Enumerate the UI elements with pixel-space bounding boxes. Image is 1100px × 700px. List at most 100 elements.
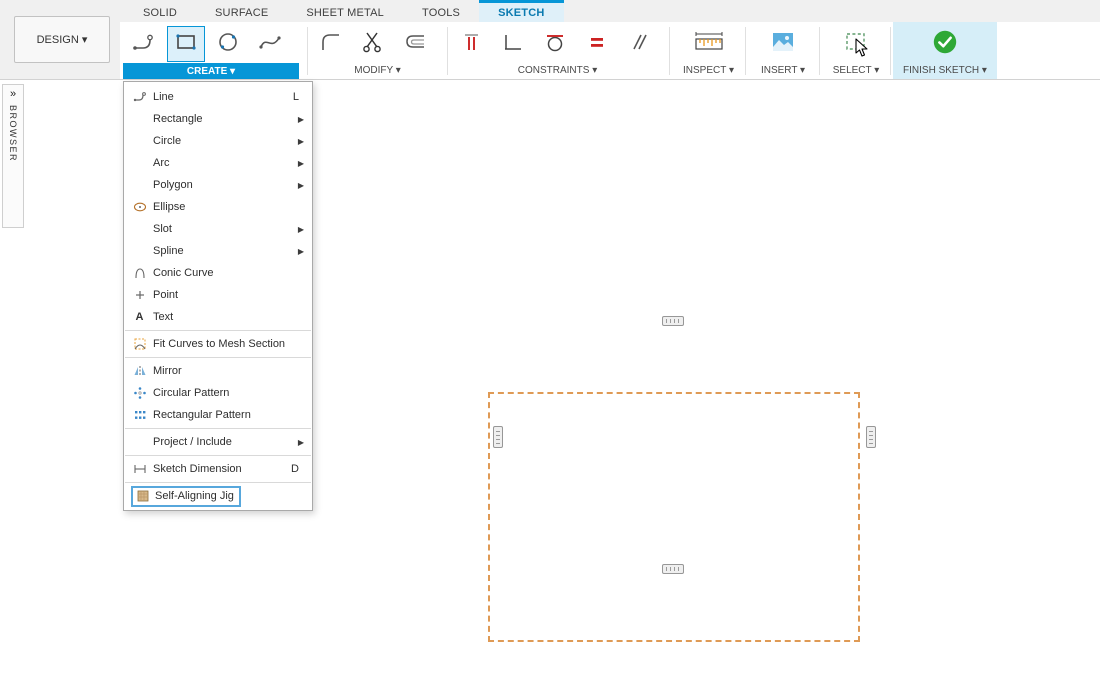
circular-pattern-menu-icon: [131, 386, 148, 401]
offset-tool-button[interactable]: [396, 26, 434, 62]
menu-item-text[interactable]: A Text: [124, 306, 312, 328]
menu-item-label: Line: [153, 91, 174, 103]
inspect-dropdown-trigger[interactable]: INSPECT ▾: [672, 63, 745, 77]
sketch-grip-bottom[interactable]: [662, 564, 684, 574]
tab-solid[interactable]: SOLID: [124, 0, 196, 22]
equal-constraint-button[interactable]: [578, 26, 616, 62]
mouse-cursor-icon: [855, 38, 869, 63]
spline-tool-button[interactable]: [251, 26, 289, 62]
browser-panel-label: BROWSER: [8, 105, 18, 162]
browser-expand-icon[interactable]: »: [10, 88, 16, 100]
tab-sketch[interactable]: SKETCH: [479, 0, 563, 22]
browser-expand-glyph: »: [10, 88, 16, 100]
rectangle-tool-button[interactable]: [167, 26, 205, 62]
menu-item-slot[interactable]: Slot ▶: [124, 218, 312, 240]
menu-icon-placeholder: [131, 156, 148, 171]
finish-sketch-dropdown-trigger[interactable]: FINISH SKETCH ▾: [893, 63, 997, 77]
text-menu-icon: A: [131, 310, 148, 325]
midpoint-constraint-button[interactable]: [452, 26, 490, 62]
toolbar-group-constraints: CONSTRAINTS ▾: [450, 22, 665, 79]
fit-curves-menu-icon: [131, 337, 148, 352]
menu-item-line[interactable]: Line L: [124, 86, 312, 108]
browser-panel-collapsed: » BROWSER: [2, 84, 24, 228]
constraints-dropdown-trigger[interactable]: CONSTRAINTS ▾: [450, 63, 665, 77]
toolbar-group-modify: MODIFY ▾: [310, 22, 445, 79]
menu-icon-placeholder: [131, 244, 148, 259]
perpendicular-constraint-button[interactable]: [494, 26, 532, 62]
menu-icon-placeholder: [131, 134, 148, 149]
tab-surface[interactable]: SURFACE: [196, 0, 287, 22]
insert-image-button[interactable]: [764, 26, 802, 62]
ribbon-tab-strip: SOLID SURFACE SHEET METAL TOOLS SKETCH: [120, 0, 1100, 22]
sketch-grip-left[interactable]: [493, 426, 503, 448]
menu-item-label: Arc: [153, 157, 170, 169]
menu-item-label: Mirror: [153, 365, 182, 377]
menu-item-arc[interactable]: Arc ▶: [124, 152, 312, 174]
sketch-grip-right[interactable]: [866, 426, 876, 448]
menu-item-label: Sketch Dimension: [153, 463, 242, 475]
menu-item-spline[interactable]: Spline ▶: [124, 240, 312, 262]
tab-sheet-metal[interactable]: SHEET METAL: [287, 0, 403, 22]
menu-item-label: Text: [153, 311, 173, 323]
menu-item-point[interactable]: Point: [124, 284, 312, 306]
tab-label: SOLID: [143, 7, 177, 19]
menu-item-circular-pattern[interactable]: Circular Pattern: [124, 382, 312, 404]
circle-tool-button[interactable]: [209, 26, 247, 62]
select-dropdown-trigger[interactable]: SELECT ▾: [822, 63, 890, 77]
trim-tool-button[interactable]: [354, 26, 392, 62]
menu-icon-placeholder: [131, 222, 148, 237]
menu-item-sketch-dimension[interactable]: Sketch Dimension D: [124, 458, 312, 480]
fillet-tool-button[interactable]: [312, 26, 350, 62]
constraints-label: CONSTRAINTS ▾: [518, 65, 597, 76]
create-label: CREATE ▾: [187, 66, 235, 77]
insert-dropdown-trigger[interactable]: INSERT ▾: [748, 63, 818, 77]
menu-item-self-aligning-jig[interactable]: Self-Aligning Jig: [124, 485, 312, 507]
tab-tools[interactable]: TOOLS: [403, 0, 479, 22]
parallel-constraint-icon: [626, 29, 652, 60]
workspace-zone: DESIGN ▾: [0, 0, 120, 79]
measure-tool-button[interactable]: [690, 26, 728, 62]
tab-label: TOOLS: [422, 7, 460, 19]
line-icon: [131, 29, 157, 60]
menu-item-rectangle[interactable]: Rectangle ▶: [124, 108, 312, 130]
toolbar-group-finish-sketch: FINISH SKETCH ▾: [893, 22, 997, 79]
submenu-arrow-icon: ▶: [298, 225, 307, 234]
circle-icon: [215, 29, 241, 60]
menu-item-label: Conic Curve: [153, 267, 214, 279]
sketch-grip-top[interactable]: [662, 316, 684, 326]
line-tool-button[interactable]: [125, 26, 163, 62]
menu-divider: [125, 428, 311, 429]
menu-item-label: Self-Aligning Jig: [155, 490, 234, 502]
tangent-constraint-button[interactable]: [536, 26, 574, 62]
modify-dropdown-trigger[interactable]: MODIFY ▾: [310, 63, 445, 77]
menu-item-conic-curve[interactable]: Conic Curve: [124, 262, 312, 284]
menu-item-ellipse[interactable]: Ellipse: [124, 196, 312, 218]
menu-item-project-include[interactable]: Project / Include ▶: [124, 431, 312, 453]
menu-divider: [125, 330, 311, 331]
menu-item-circle[interactable]: Circle ▶: [124, 130, 312, 152]
finish-group-icons: [893, 25, 997, 63]
menu-item-fit-curves-to-mesh-section[interactable]: Fit Curves to Mesh Section: [124, 333, 312, 355]
submenu-arrow-icon: ▶: [298, 115, 307, 124]
workspace-selector[interactable]: DESIGN ▾: [14, 16, 110, 63]
menu-item-rectangular-pattern[interactable]: Rectangular Pattern: [124, 404, 312, 426]
menu-item-polygon[interactable]: Polygon ▶: [124, 174, 312, 196]
tangent-constraint-icon: [542, 29, 568, 60]
parallel-constraint-button[interactable]: [620, 26, 658, 62]
menu-divider: [125, 482, 311, 483]
menu-item-mirror[interactable]: Mirror: [124, 360, 312, 382]
self-aligning-jig-icon: [134, 489, 151, 504]
perpendicular-constraint-icon: [500, 29, 526, 60]
measure-icon: [694, 30, 724, 59]
create-dropdown-menu: Line L Rectangle ▶ Circle ▶ Arc ▶ Polygo…: [123, 81, 313, 511]
menu-icon-placeholder: [131, 112, 148, 127]
menu-icon-placeholder: [131, 435, 148, 450]
menu-item-label: Point: [153, 289, 178, 301]
scissors-icon: [360, 29, 386, 60]
toolbar-separator: [890, 27, 891, 75]
tab-label: SKETCH: [498, 7, 544, 19]
tab-label: SHEET METAL: [306, 7, 384, 19]
create-dropdown-trigger[interactable]: CREATE ▾: [123, 63, 299, 79]
finish-sketch-button[interactable]: [926, 26, 964, 62]
selected-sketch-rectangle[interactable]: [488, 392, 860, 642]
